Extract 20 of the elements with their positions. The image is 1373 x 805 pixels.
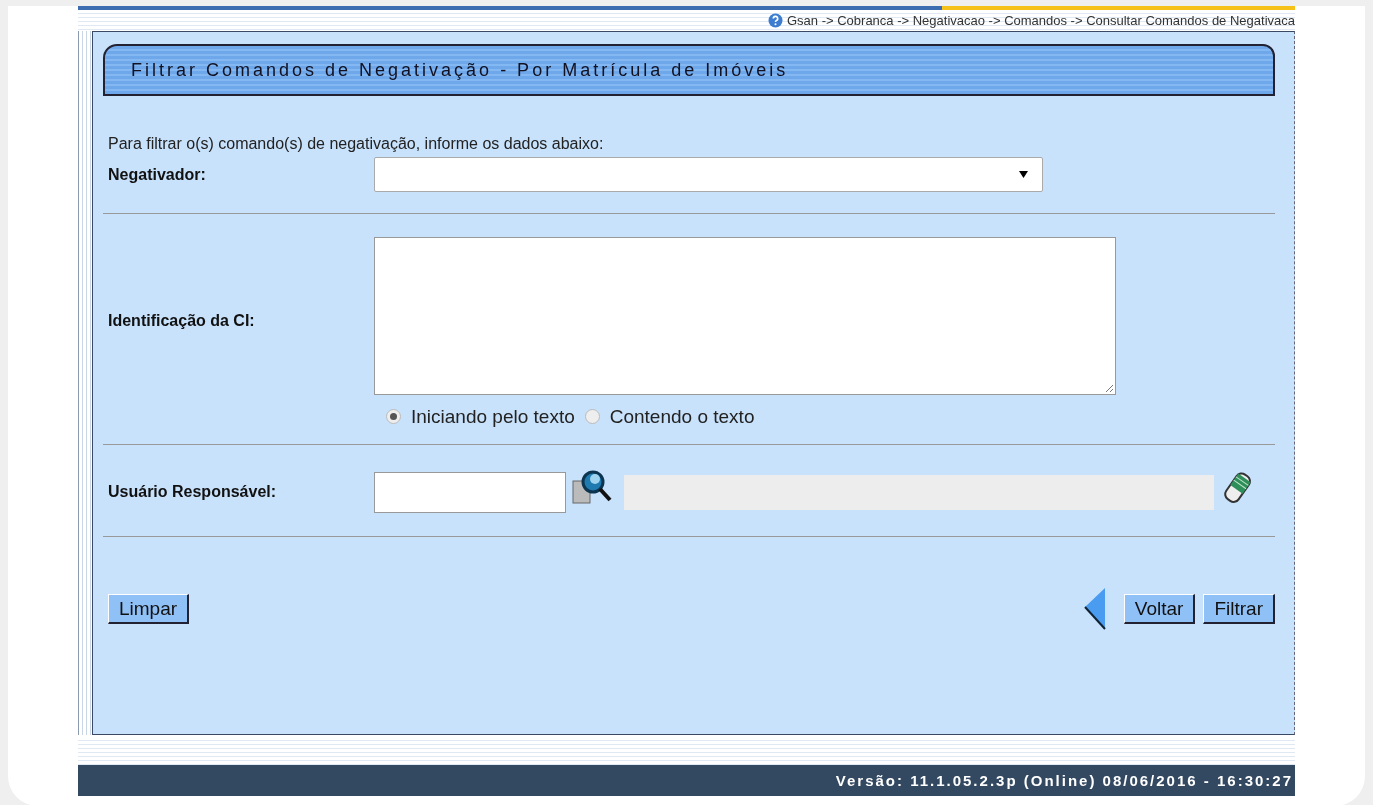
field-label: Negativador: <box>108 165 207 184</box>
radio-label: Iniciando pelo texto <box>411 406 575 428</box>
caret-icon <box>1019 171 1028 178</box>
breadcrumb: Gsan -> Cobranca -> Negativacao -> Comandos -> Consultar Comandos de Negativaca <box>787 13 1295 28</box>
form-title: Filtrar Comandos de Negativação - Por Matrícula de Imóveis <box>103 44 1275 96</box>
radio-button[interactable] <box>386 408 401 424</box>
back-arrow-icon[interactable] <box>1082 587 1107 631</box>
select-field[interactable] <box>374 157 1043 192</box>
version-text: Versão: 11.1.05.2.3p (Online) 08/06/2016 - 16:30:27 <box>835 772 1293 789</box>
field-label: Identificação da CI: <box>108 311 256 330</box>
instruction-text: Para filtrar o(s) comando(s) de negativação, informe os dados abaixo: <box>108 135 605 153</box>
filter-button[interactable]: Filtrar <box>1203 594 1275 624</box>
field-label: Usuário Responsável: <box>108 483 278 501</box>
radio-button[interactable] <box>584 408 600 424</box>
resize-grip-icon <box>1105 384 1113 392</box>
help-icon[interactable] <box>768 13 783 28</box>
back-button[interactable]: Voltar <box>1123 594 1196 624</box>
radio-label: Contendo o texto <box>609 406 755 428</box>
clear-button[interactable]: Limpar <box>108 594 190 624</box>
input-field[interactable] <box>374 471 566 513</box>
